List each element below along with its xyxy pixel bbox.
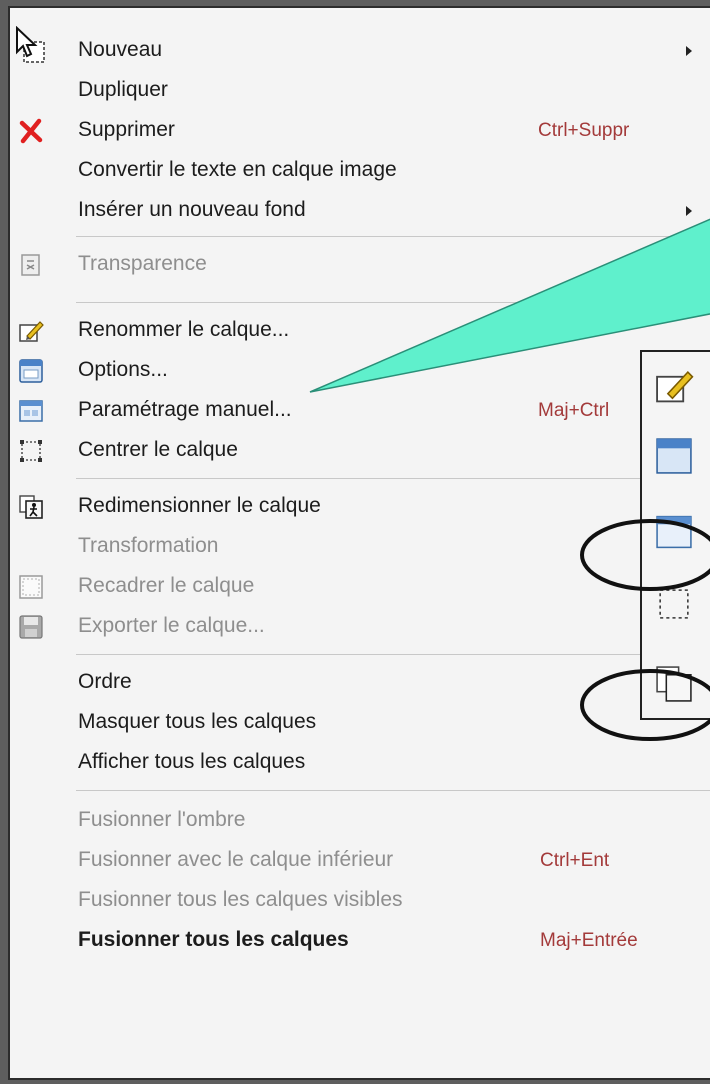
highlight-ellipse: [580, 519, 710, 591]
highlight-ellipse: [580, 669, 710, 741]
annotation-overlay: [309, 218, 710, 741]
callout-pointer: [309, 218, 710, 393]
